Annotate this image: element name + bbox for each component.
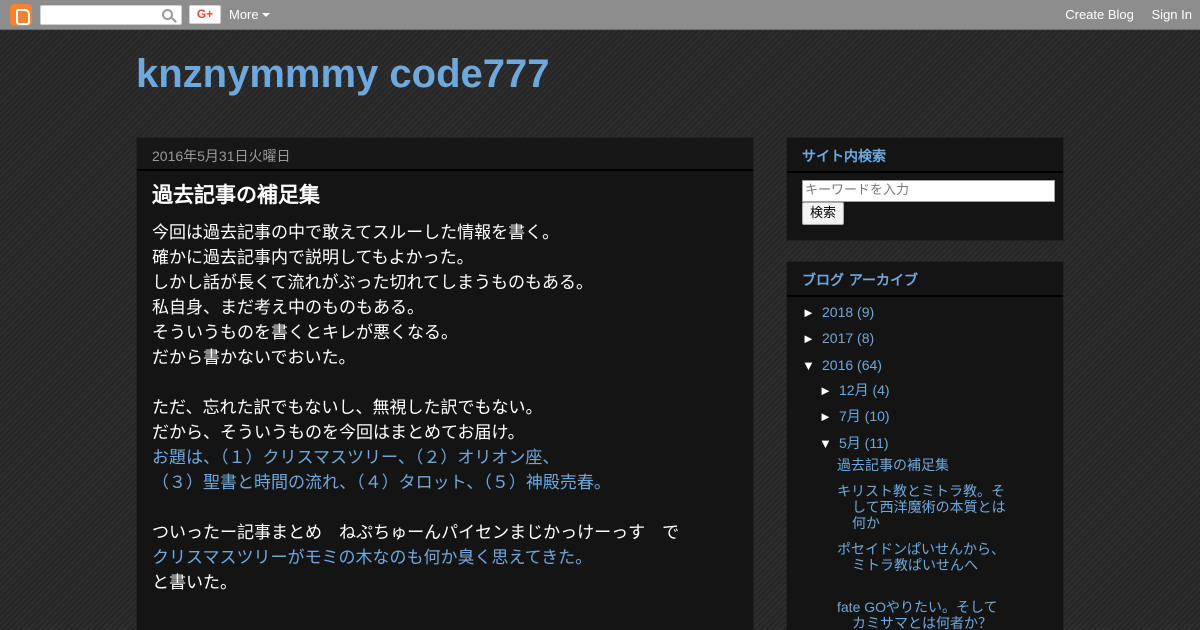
more-menu[interactable]: More (229, 7, 270, 22)
blog-title[interactable]: knznymmmy code777 (136, 52, 550, 97)
post-text-line: 今回は過去記事の中で敢えてスルーした情報を書く。 (152, 223, 560, 243)
archive-post-link[interactable]: キリスト教とミトラ教。そして西洋魔術の本質とは何か (837, 483, 1007, 531)
collapse-arrow-icon[interactable]: ▼ (819, 436, 839, 451)
post-body: 今回は過去記事の中で敢えてスルーした情報を書く。 確かに過去記事内で説明してもよか… (137, 209, 753, 596)
search-button[interactable]: 検索 (802, 202, 844, 225)
post-text-line: と書いた。 (152, 573, 237, 593)
archive-post-link[interactable]: 過去記事の補足集 (837, 457, 1007, 473)
post-text-line: ただ、忘れた訳でもないし、無視した訳でもない。 (152, 398, 543, 418)
search-widget-title: サイト内検索 (787, 138, 1063, 173)
archive-month-may[interactable]: ▼ 5月 (11) (819, 433, 889, 453)
navbar-search-input[interactable] (40, 5, 182, 25)
archive-year-2018[interactable]: ► 2018 (9) (802, 304, 874, 320)
archive-month-december[interactable]: ► 12月 (4) (819, 380, 890, 400)
post-text-line: だから書かないでおいた。 (152, 348, 356, 368)
expand-arrow-icon[interactable]: ► (819, 409, 839, 424)
sign-in-link[interactable]: Sign In (1152, 7, 1192, 22)
post-link-line[interactable]: お題は、（１）クリスマスツリー、（２）オリオン座、 (152, 446, 738, 471)
post-text-line: ついったー記事まとめ ねぷちゅーんパイセンまじかっけーっす で (152, 523, 680, 543)
archive-widget-title: ブログ アーカイブ (787, 262, 1063, 297)
blogger-logo-icon[interactable] (10, 4, 32, 26)
archive-month-july[interactable]: ► 7月 (10) (819, 406, 890, 426)
post-title[interactable]: 過去記事の補足集 (137, 171, 753, 209)
post-text-line: そういうものを書くとキレが悪くなる。 (152, 323, 458, 343)
navbar-right: Create Blog Sign In (1051, 7, 1192, 22)
archive-year-2016[interactable]: ▼ 2016 (64) (802, 357, 882, 373)
archive-month-label[interactable]: 7月 (10) (839, 408, 890, 424)
post-text-line: だから、そういうものを今回はまとめてお届け。 (152, 423, 525, 443)
archive-year-label[interactable]: 2017 (8) (822, 330, 874, 346)
blogger-navbar: G+ More Create Blog Sign In (0, 0, 1200, 30)
more-label: More (229, 7, 259, 22)
blog-archive-widget: ブログ アーカイブ ► 2018 (9) ► 2017 (8) ▼ 2016 (64)… (786, 261, 1064, 630)
archive-month-label[interactable]: 12月 (4) (839, 382, 890, 398)
google-plus-button[interactable]: G+ (189, 5, 221, 24)
archive-year-2017[interactable]: ► 2017 (8) (802, 330, 874, 346)
main-column: 2016年5月31日火曜日 過去記事の補足集 今回は過去記事の中で敢えてスルーし… (136, 137, 754, 630)
expand-arrow-icon[interactable]: ► (802, 305, 822, 320)
post-text-line: 確かに過去記事内で説明してもよかった。 (152, 248, 474, 268)
post-link-line[interactable]: クリスマスツリーがモミの木なのも何か臭く思えてきた。 (152, 546, 738, 571)
post-link-line[interactable]: （３）聖書と時間の流れ、（４）タロット、（５）神殿売春。 (152, 471, 738, 496)
site-search-widget: サイト内検索 キーワードを入力 検索 (786, 137, 1064, 241)
archive-year-label[interactable]: 2018 (9) (822, 304, 874, 320)
keyword-search-input[interactable]: キーワードを入力 (802, 180, 1055, 202)
collapse-arrow-icon[interactable]: ▼ (802, 358, 822, 373)
expand-arrow-icon[interactable]: ► (819, 383, 839, 398)
archive-month-label[interactable]: 5月 (11) (839, 435, 889, 451)
expand-arrow-icon[interactable]: ► (802, 331, 822, 346)
post-date: 2016年5月31日火曜日 (137, 138, 753, 171)
archive-year-label[interactable]: 2016 (64) (822, 357, 882, 373)
create-blog-link[interactable]: Create Blog (1065, 7, 1134, 22)
archive-post-link[interactable]: fate GOやりたい。そしてカミサマとは何者か？ (837, 599, 1007, 630)
caret-down-icon (261, 13, 270, 17)
search-icon[interactable] (162, 9, 173, 20)
archive-post-link[interactable]: ポセイドンぱいせんから、ミトラ教ぱいせんへ (837, 541, 1007, 573)
post-text-line: しかし話が長くて流れがぶった切れてしまうものもある。 (152, 273, 593, 293)
post-text-line: 私自身、まだ考え中のものもある。 (152, 298, 424, 318)
